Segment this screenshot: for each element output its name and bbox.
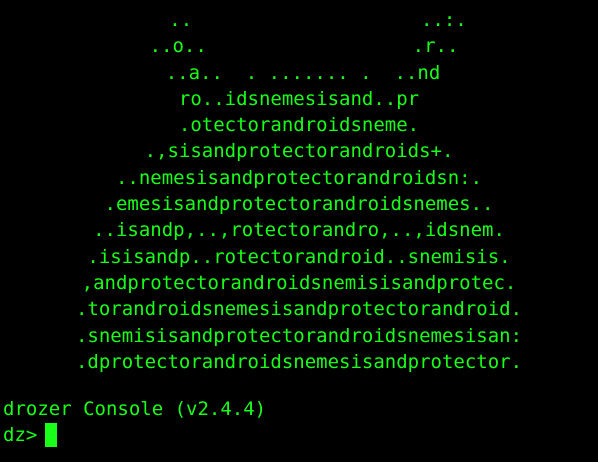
banner-line: ,andprotectorandroidsnemisisandprotec. (81, 271, 517, 294)
banner-line: ..nemesisandprotectorandroidsn:. (115, 166, 483, 189)
banner-line: .emesisandprotectorandroidsnemes.. (104, 193, 494, 216)
banner-line: ..isandp,..,rotectorandro,..,idsnem. (93, 219, 505, 242)
banner-line: .snemisisandprotectorandroidsnemesisan: (75, 324, 523, 347)
banner-line: .otectorandroidsneme. (178, 114, 420, 137)
banner-line: ..o.. .r.. (149, 35, 459, 58)
banner-line: .dprotectorandroidsnemesisandprotector. (75, 350, 523, 373)
banner-line: ..a.. . ....... . ..nd (165, 61, 441, 84)
command-line[interactable]: dz> (3, 422, 58, 448)
command-input[interactable] (37, 422, 58, 448)
banner-line: .,sisandprotectorandroids+. (144, 140, 454, 163)
console-version-title: drozer Console (v2.4.4) (3, 398, 267, 420)
banner-line: ro..idsnemesisand..pr (178, 87, 420, 110)
banner-line: .torandroidsnemesisandprotectorandroid. (75, 298, 523, 321)
prompt-label: dz> (3, 424, 38, 446)
terminal-window[interactable]: .. ..:. ..o.. .r.. ..a.. . ....... . ..n… (0, 0, 598, 462)
cursor-block (45, 423, 58, 447)
ascii-art-banner: .. ..:. ..o.. .r.. ..a.. . ....... . ..n… (0, 7, 598, 375)
banner-line: .. ..:. (169, 9, 467, 31)
banner-line: .isisandp..rotectorandroid..snemisis. (87, 245, 511, 268)
